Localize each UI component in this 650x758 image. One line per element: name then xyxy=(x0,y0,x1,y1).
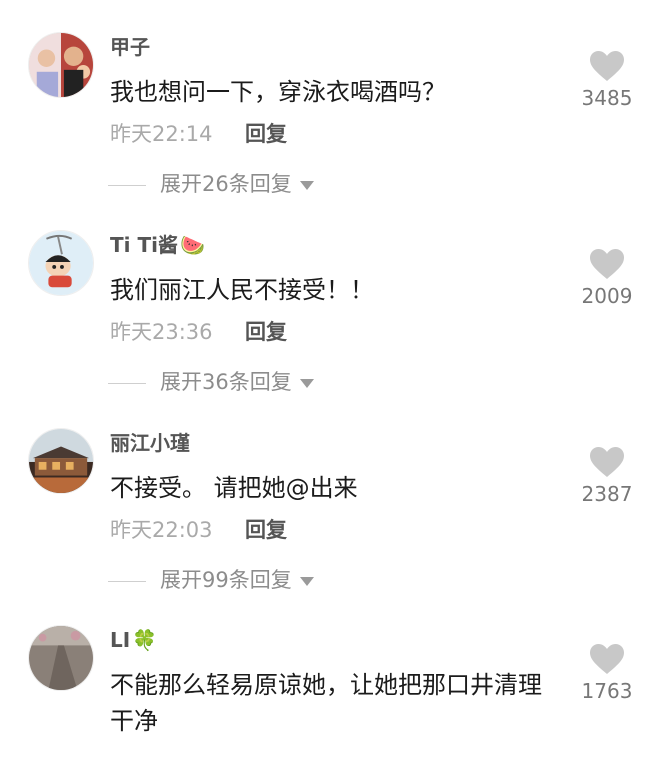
like-button[interactable]: 2387 xyxy=(578,446,636,508)
username[interactable]: 丽江小瑾 xyxy=(110,430,190,456)
avatar[interactable] xyxy=(28,428,94,494)
avatar[interactable] xyxy=(28,625,94,691)
like-count: 2387 xyxy=(581,482,633,506)
like-button[interactable]: 2009 xyxy=(578,248,636,310)
like-button[interactable]: 3485 xyxy=(578,50,636,112)
username[interactable]: 甲子 xyxy=(110,34,150,60)
avatar[interactable] xyxy=(28,32,94,98)
watermelon-icon: 🍉 xyxy=(179,233,205,257)
road-photo-avatar-icon xyxy=(29,626,93,690)
heart-icon xyxy=(590,51,624,81)
comment-time: 昨天23:36 xyxy=(110,320,213,344)
comment-text: 不能那么轻易原谅她，让她把那口井清理干净 xyxy=(110,671,542,735)
expand-replies-label: 展开99条回复 xyxy=(160,568,292,592)
comment-text: 我们丽江人民不接受！！ xyxy=(110,276,374,304)
username[interactable]: LI 🍀 xyxy=(110,627,157,653)
chevron-down-icon xyxy=(299,180,314,190)
avatar[interactable] xyxy=(28,230,94,296)
like-count: 3485 xyxy=(581,86,633,110)
username[interactable]: Ti Ti酱 🍉 xyxy=(110,232,205,258)
clover-icon: 🍀 xyxy=(132,628,158,652)
like-count: 2009 xyxy=(581,284,633,308)
comment-time: 昨天22:14 xyxy=(110,122,213,146)
comment-time: 昨天22:03 xyxy=(110,518,213,542)
reply-button[interactable]: 回复 xyxy=(245,120,287,148)
reply-button[interactable]: 回复 xyxy=(245,318,287,346)
heart-icon xyxy=(590,249,624,279)
expand-replies-label: 展开26条回复 xyxy=(160,172,292,196)
reply-button[interactable]: 回复 xyxy=(245,516,287,544)
like-button[interactable]: 1763 xyxy=(578,643,636,705)
expand-replies-label: 展开36条回复 xyxy=(160,370,292,394)
expand-replies-button[interactable]: 展开36条回复 xyxy=(108,368,314,396)
chevron-down-icon xyxy=(299,378,314,388)
divider xyxy=(108,580,146,582)
heart-icon xyxy=(590,644,624,674)
like-count: 1763 xyxy=(581,679,633,703)
divider xyxy=(108,184,146,186)
heart-icon xyxy=(590,447,624,477)
expand-replies-button[interactable]: 展开99条回复 xyxy=(108,566,314,594)
cartoon-avatar-icon xyxy=(29,231,93,295)
expand-replies-button[interactable]: 展开26条回复 xyxy=(108,170,314,198)
comment-text: 不接受。 请把她@出来 xyxy=(110,474,358,502)
comment-text: 我也想问一下，穿泳衣喝酒吗？ xyxy=(110,78,446,106)
divider xyxy=(108,382,146,384)
family-photo-avatar-icon xyxy=(29,33,93,97)
chevron-down-icon xyxy=(299,576,314,586)
building-photo-avatar-icon xyxy=(29,429,93,493)
